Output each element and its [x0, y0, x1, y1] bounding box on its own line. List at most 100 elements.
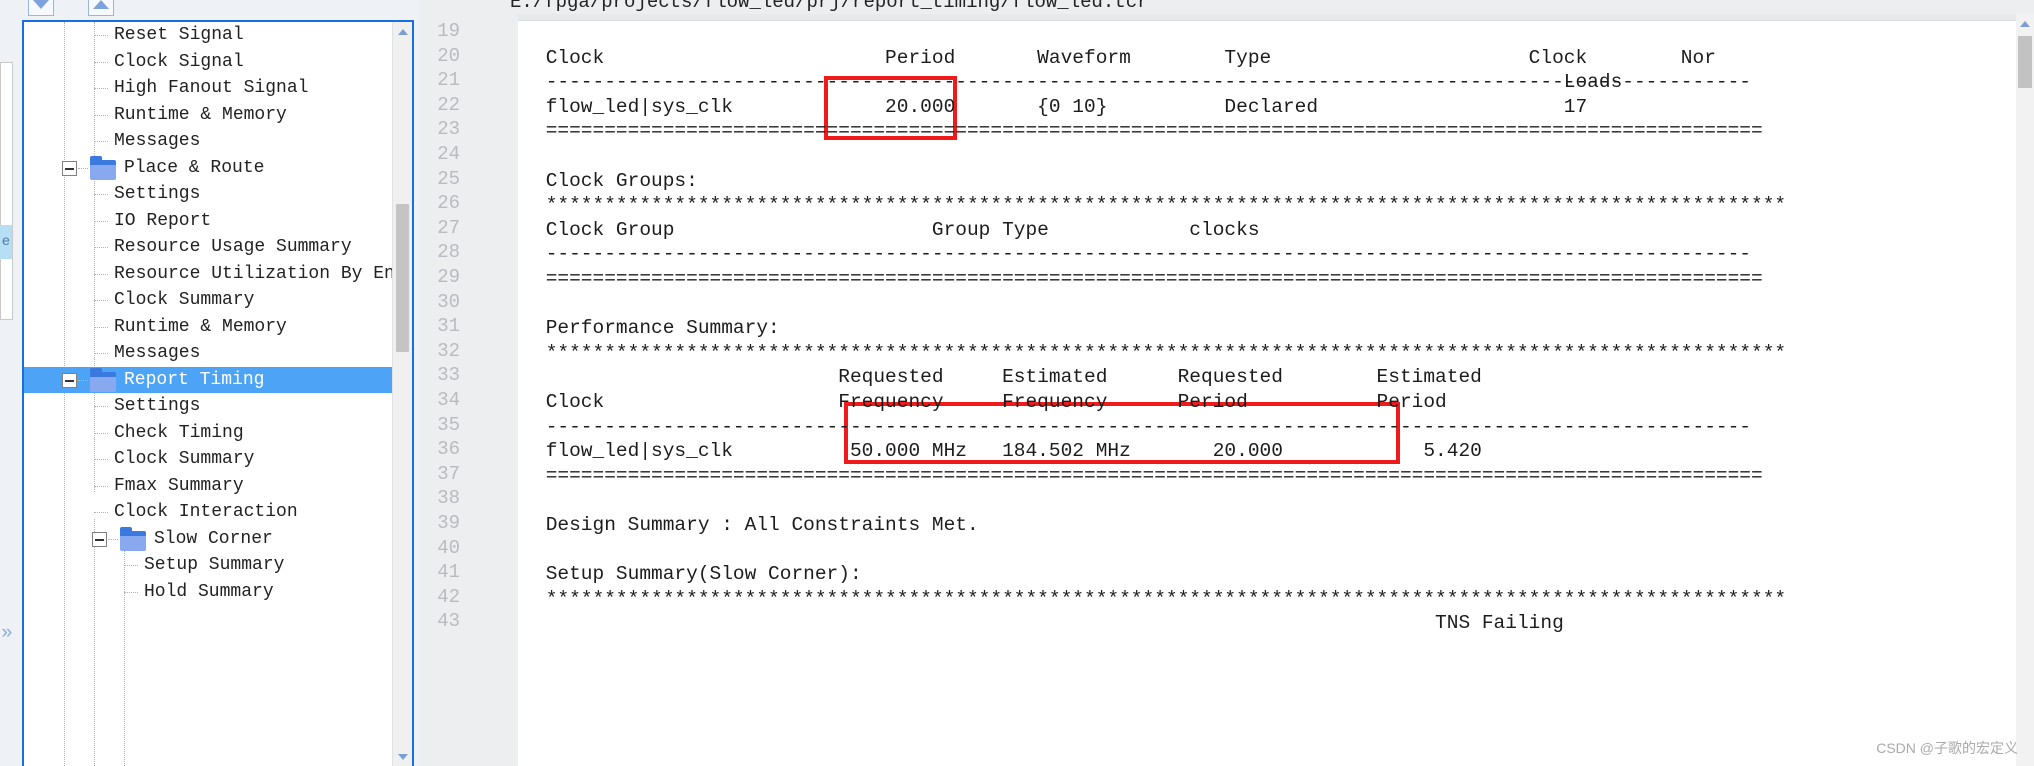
tree-item-slow-corner[interactable]: Slow Corner — [24, 526, 394, 553]
report-content[interactable]: Clock Period Waveform Type Clock Nor ---… — [518, 14, 2034, 766]
report-tree: Reset Signal Clock Signal High Fanout Sign… — [24, 22, 394, 766]
tree-item-label: High Fanout Signal — [114, 78, 309, 98]
report-line: Design Summary : All Constraints Met. — [534, 514, 979, 536]
report-line: flow_led|sys_clk 20.000 {0 10} Declared … — [534, 95, 1588, 118]
triangle-down-icon[interactable] — [28, 0, 54, 16]
tree-item-label: Settings — [114, 184, 201, 204]
tree-collapse-toggle[interactable] — [62, 160, 77, 176]
tree-item-label: Report Timing — [124, 369, 265, 390]
line-number: 43 — [437, 610, 460, 633]
line-number: 24 — [437, 143, 460, 165]
tree-item-fmax-summary[interactable]: Fmax Summary — [24, 473, 394, 500]
editor-scroll-up-arrow-icon[interactable] — [2016, 14, 2034, 34]
application-window: e » Reset Signal Clock Signal High Fanout … — [0, 0, 2034, 766]
line-number: 30 — [437, 290, 460, 313]
report-line: ========================================… — [534, 268, 1763, 290]
tree-item-setup-summary[interactable]: Setup Summary — [24, 552, 394, 579]
line-number: 19 — [437, 20, 460, 42]
tree-elbow — [94, 88, 108, 89]
tree-elbow — [94, 220, 108, 222]
tree-scrollbar-thumb[interactable] — [396, 204, 409, 352]
tree-item-reset-signal[interactable]: Reset Signal — [24, 22, 394, 49]
report-line: ****************************************… — [534, 341, 1787, 364]
tree-elbow — [94, 300, 108, 301]
content-top-rule — [518, 14, 2034, 21]
line-number: 41 — [437, 561, 460, 584]
line-number: 36 — [437, 438, 460, 461]
tree-item-label: Messages — [114, 343, 201, 363]
tree-elbow — [94, 459, 108, 460]
tree-item-resource-usage-summary[interactable]: Resource Usage Summary — [24, 234, 394, 261]
line-number: 28 — [437, 241, 460, 264]
line-number: 34 — [437, 389, 460, 411]
line-number: 33 — [437, 364, 460, 387]
report-line: Clock Frequency Frequency Period Period — [534, 391, 1447, 413]
tree-item-clock-summary[interactable]: Clock Summary — [24, 446, 394, 473]
tree-item-label: Clock Summary — [114, 290, 255, 310]
report-text-view: E:/fpga/projects/flow_led/prj/report_tim… — [420, 0, 2034, 766]
report-line: ========================================… — [534, 464, 1763, 487]
tree-item-report-timing[interactable]: Report Timing — [24, 366, 394, 393]
collapsed-panel-tab[interactable]: e — [0, 225, 12, 259]
line-number: 29 — [437, 266, 460, 288]
tree-item-label: Runtime & Memory — [114, 316, 287, 337]
tree-item-clock-signal[interactable]: Clock Signal — [24, 49, 394, 76]
report-line: Clock Group Group Type clocks — [534, 218, 1260, 241]
line-number: 38 — [437, 487, 460, 510]
report-line: Clock Groups: — [534, 169, 698, 192]
tree-item-label: Fmax Summary — [114, 475, 244, 496]
folder-icon — [90, 367, 116, 392]
tree-item-clock-summary[interactable]: Clock Summary — [24, 287, 394, 314]
tree-item-check-timing[interactable]: Check Timing — [24, 420, 394, 447]
tree-item-runtime-memory[interactable]: Runtime & Memory — [24, 314, 394, 341]
tree-item-label: Messages — [114, 131, 201, 151]
line-number: 20 — [437, 44, 460, 67]
scroll-down-arrow-icon[interactable] — [393, 747, 412, 766]
project-navigator-pane: e » Reset Signal Clock Signal High Fanout … — [0, 0, 420, 766]
tree-item-label: Resource Usage Summary — [114, 237, 352, 257]
tree-item-place-route[interactable]: Place & Route — [24, 155, 394, 182]
tree-item-messages[interactable]: Messages — [24, 340, 394, 367]
folder-icon — [90, 155, 116, 180]
report-line: ========================================… — [534, 120, 1763, 143]
tree-elbow — [94, 406, 108, 407]
tree-item-label: Runtime & Memory — [114, 104, 287, 125]
tree-item-messages[interactable]: Messages — [24, 128, 394, 155]
tree-elbow — [94, 353, 108, 354]
tree-item-label: Place & Route — [124, 157, 265, 178]
line-number: 35 — [437, 413, 460, 436]
report-line: ----------------------------------------… — [534, 415, 1751, 438]
line-number: 39 — [437, 512, 460, 534]
tree-collapse-toggle[interactable] — [92, 531, 107, 547]
line-number: 22 — [437, 93, 460, 116]
scroll-up-arrow-icon[interactable] — [393, 22, 412, 41]
triangle-up-icon[interactable] — [88, 0, 114, 16]
tree-item-runtime-memory[interactable]: Runtime & Memory — [24, 102, 394, 129]
tree-collapse-toggle[interactable] — [62, 372, 77, 388]
tree-item-label: Resource Utilization By En… — [114, 263, 394, 284]
report-file-path: E:/fpga/projects/flow_led/prj/report_tim… — [510, 0, 1149, 13]
line-number: 27 — [437, 216, 460, 239]
tree-item-resource-utilization-by-en[interactable]: Resource Utilization By En… — [24, 261, 394, 288]
tree-elbow — [124, 565, 138, 566]
tree-item-io-report[interactable]: IO Report — [24, 208, 394, 235]
tree-item-label: Check Timing — [114, 422, 244, 443]
tree-elbow — [108, 538, 118, 540]
tree-elbow — [94, 35, 108, 36]
tree-item-settings[interactable]: Settings — [24, 393, 394, 420]
tree-vertical-scrollbar[interactable] — [392, 22, 412, 766]
tree-item-high-fanout-signal[interactable]: High Fanout Signal — [24, 75, 394, 102]
tree-elbow — [94, 512, 108, 513]
folder-icon — [120, 526, 146, 551]
tree-item-clock-interaction[interactable]: Clock Interaction — [24, 499, 394, 526]
watermark: CSDN @子歌的宏定义 — [1876, 738, 2018, 758]
report-line: ****************************************… — [534, 587, 1787, 610]
tree-item-settings[interactable]: Settings — [24, 181, 394, 208]
editor-vertical-scrollbar[interactable] — [2016, 14, 2034, 766]
report-line: TNS Failing — [534, 612, 1564, 635]
expand-panel-chevron-icon[interactable]: » — [0, 618, 14, 648]
tree-item-hold-summary[interactable]: Hold Summary — [24, 579, 394, 606]
tree-elbow — [78, 167, 88, 169]
editor-scrollbar-thumb[interactable] — [2018, 36, 2032, 88]
tree-item-label: Clock Signal — [114, 51, 244, 72]
